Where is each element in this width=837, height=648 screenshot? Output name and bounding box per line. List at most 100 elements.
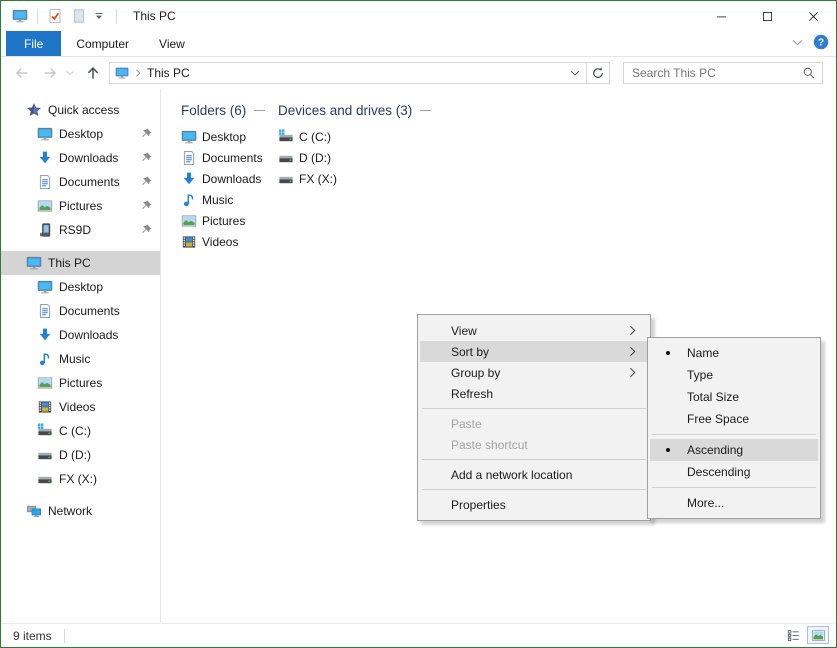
pictures-icon bbox=[181, 213, 197, 229]
desktop-icon bbox=[181, 129, 197, 145]
file-item-downloads[interactable]: Downloads bbox=[181, 168, 265, 189]
menu-item-add-network-location[interactable]: Add a network location bbox=[420, 464, 648, 485]
submenu-item-type[interactable]: Type bbox=[650, 364, 818, 386]
status-bar: 9 items bbox=[1, 623, 836, 647]
menu-separator bbox=[422, 459, 646, 460]
menu-item-sort-by[interactable]: Sort by bbox=[420, 341, 648, 362]
sidebar-item-desktop-pinned[interactable]: Desktop bbox=[1, 122, 160, 146]
pin-icon[interactable] bbox=[139, 175, 153, 189]
network-icon bbox=[26, 503, 42, 519]
pin-icon[interactable] bbox=[139, 223, 153, 237]
close-button[interactable] bbox=[790, 1, 836, 31]
sidebar-item-desktop[interactable]: Desktop bbox=[1, 275, 160, 299]
submenu-item-free-space[interactable]: Free Space bbox=[650, 408, 818, 430]
sidebar-item-rs9d[interactable]: RS9D bbox=[1, 218, 160, 242]
customize-qat-caret-icon[interactable] bbox=[89, 5, 109, 27]
context-menu: View Sort by Group by Refresh Paste Past… bbox=[417, 314, 651, 521]
details-view-icon bbox=[786, 628, 801, 643]
menu-item-refresh[interactable]: Refresh bbox=[420, 383, 648, 404]
address-dropdown-chevron-icon[interactable] bbox=[569, 67, 581, 79]
group-folders: Folders (6) Desktop Documents Downloads bbox=[181, 101, 265, 252]
sidebar-item-c-drive[interactable]: C (C:) bbox=[1, 419, 160, 443]
expand-ribbon-chevron-icon[interactable] bbox=[791, 36, 804, 49]
sidebar-item-pictures[interactable]: Pictures bbox=[1, 371, 160, 395]
file-item-videos[interactable]: Videos bbox=[181, 231, 265, 252]
menu-item-view[interactable]: View bbox=[420, 320, 648, 341]
file-item-d-drive[interactable]: D (D:) bbox=[278, 147, 431, 168]
search-box[interactable] bbox=[623, 62, 823, 84]
menu-item-properties[interactable]: Properties bbox=[420, 494, 648, 515]
file-item-x-drive[interactable]: FX (X:) bbox=[278, 168, 431, 189]
pin-icon[interactable] bbox=[139, 127, 153, 141]
sidebar-item-downloads[interactable]: Downloads bbox=[1, 323, 160, 347]
star-icon bbox=[26, 102, 42, 118]
file-item-music[interactable]: Music bbox=[181, 189, 265, 210]
tab-file[interactable]: File bbox=[6, 31, 61, 56]
menu-separator bbox=[422, 489, 646, 490]
windows-drive-icon bbox=[37, 423, 53, 439]
computer-icon bbox=[26, 255, 42, 271]
file-item-c-drive[interactable]: C (C:) bbox=[278, 126, 431, 147]
minimize-button[interactable] bbox=[698, 1, 744, 31]
submenu-item-total-size[interactable]: Total Size bbox=[650, 386, 818, 408]
submenu-arrow-icon bbox=[626, 345, 639, 358]
pin-icon[interactable] bbox=[139, 199, 153, 213]
breadcrumb[interactable]: This PC bbox=[147, 66, 190, 80]
maximize-button[interactable] bbox=[744, 1, 790, 31]
forward-icon[interactable] bbox=[42, 65, 58, 81]
sidebar-item-music[interactable]: Music bbox=[1, 347, 160, 371]
menu-item-paste-shortcut[interactable]: Paste shortcut bbox=[420, 434, 648, 455]
sidebar-item-this-pc[interactable]: This PC bbox=[1, 251, 160, 275]
quick-access-toolbar bbox=[1, 5, 124, 27]
collapse-dash-icon bbox=[254, 110, 265, 111]
menu-item-group-by[interactable]: Group by bbox=[420, 362, 648, 383]
sidebar-item-network[interactable]: Network bbox=[1, 499, 160, 523]
documents-icon bbox=[37, 174, 53, 190]
group-header-devices[interactable]: Devices and drives (3) bbox=[278, 101, 431, 119]
windows-drive-icon bbox=[278, 129, 294, 145]
sidebar-item-d-drive[interactable]: D (D:) bbox=[1, 443, 160, 467]
properties-qat-icon[interactable] bbox=[45, 5, 65, 27]
documents-icon bbox=[181, 150, 197, 166]
radio-bullet-icon bbox=[666, 351, 670, 355]
sidebar-item-downloads-pinned[interactable]: Downloads bbox=[1, 146, 160, 170]
recent-locations-chevron-icon[interactable] bbox=[65, 68, 75, 78]
drive-icon bbox=[37, 471, 53, 487]
new-item-qat-icon[interactable] bbox=[69, 5, 89, 27]
sidebar-item-x-drive[interactable]: FX (X:) bbox=[1, 467, 160, 491]
back-icon[interactable] bbox=[14, 65, 30, 81]
submenu-item-more[interactable]: More... bbox=[650, 492, 818, 514]
refresh-button[interactable] bbox=[586, 62, 610, 84]
submenu-item-ascending[interactable]: Ascending bbox=[650, 439, 818, 461]
sidebar-item-quick-access[interactable]: Quick access bbox=[1, 98, 160, 122]
tab-view[interactable]: View bbox=[144, 31, 200, 56]
address-bar[interactable]: This PC bbox=[109, 62, 587, 84]
file-item-desktop[interactable]: Desktop bbox=[181, 126, 265, 147]
thumbnails-view-button[interactable] bbox=[807, 626, 829, 644]
window-controls bbox=[698, 1, 836, 31]
sidebar-item-documents-pinned[interactable]: Documents bbox=[1, 170, 160, 194]
this-pc-window-icon[interactable] bbox=[10, 5, 30, 27]
submenu-item-descending[interactable]: Descending bbox=[650, 461, 818, 483]
breadcrumb-this-pc-icon bbox=[115, 66, 129, 80]
tab-computer[interactable]: Computer bbox=[61, 31, 144, 56]
item-count: 9 items bbox=[13, 629, 52, 643]
breadcrumb-chevron-icon[interactable] bbox=[133, 68, 143, 78]
group-header-folders[interactable]: Folders (6) bbox=[181, 101, 265, 119]
pin-icon[interactable] bbox=[139, 151, 153, 165]
desktop-icon bbox=[37, 279, 53, 295]
search-input[interactable] bbox=[630, 65, 802, 81]
file-item-pictures[interactable]: Pictures bbox=[181, 210, 265, 231]
documents-icon bbox=[37, 303, 53, 319]
menu-item-paste[interactable]: Paste bbox=[420, 413, 648, 434]
help-icon[interactable] bbox=[813, 34, 829, 50]
pictures-icon bbox=[37, 198, 53, 214]
search-icon[interactable] bbox=[802, 66, 816, 80]
file-item-documents[interactable]: Documents bbox=[181, 147, 265, 168]
sidebar-item-videos[interactable]: Videos bbox=[1, 395, 160, 419]
sidebar-item-documents[interactable]: Documents bbox=[1, 299, 160, 323]
details-view-button[interactable] bbox=[782, 626, 804, 644]
up-icon[interactable] bbox=[85, 65, 101, 81]
sidebar-item-pictures-pinned[interactable]: Pictures bbox=[1, 194, 160, 218]
submenu-item-name[interactable]: Name bbox=[650, 342, 818, 364]
